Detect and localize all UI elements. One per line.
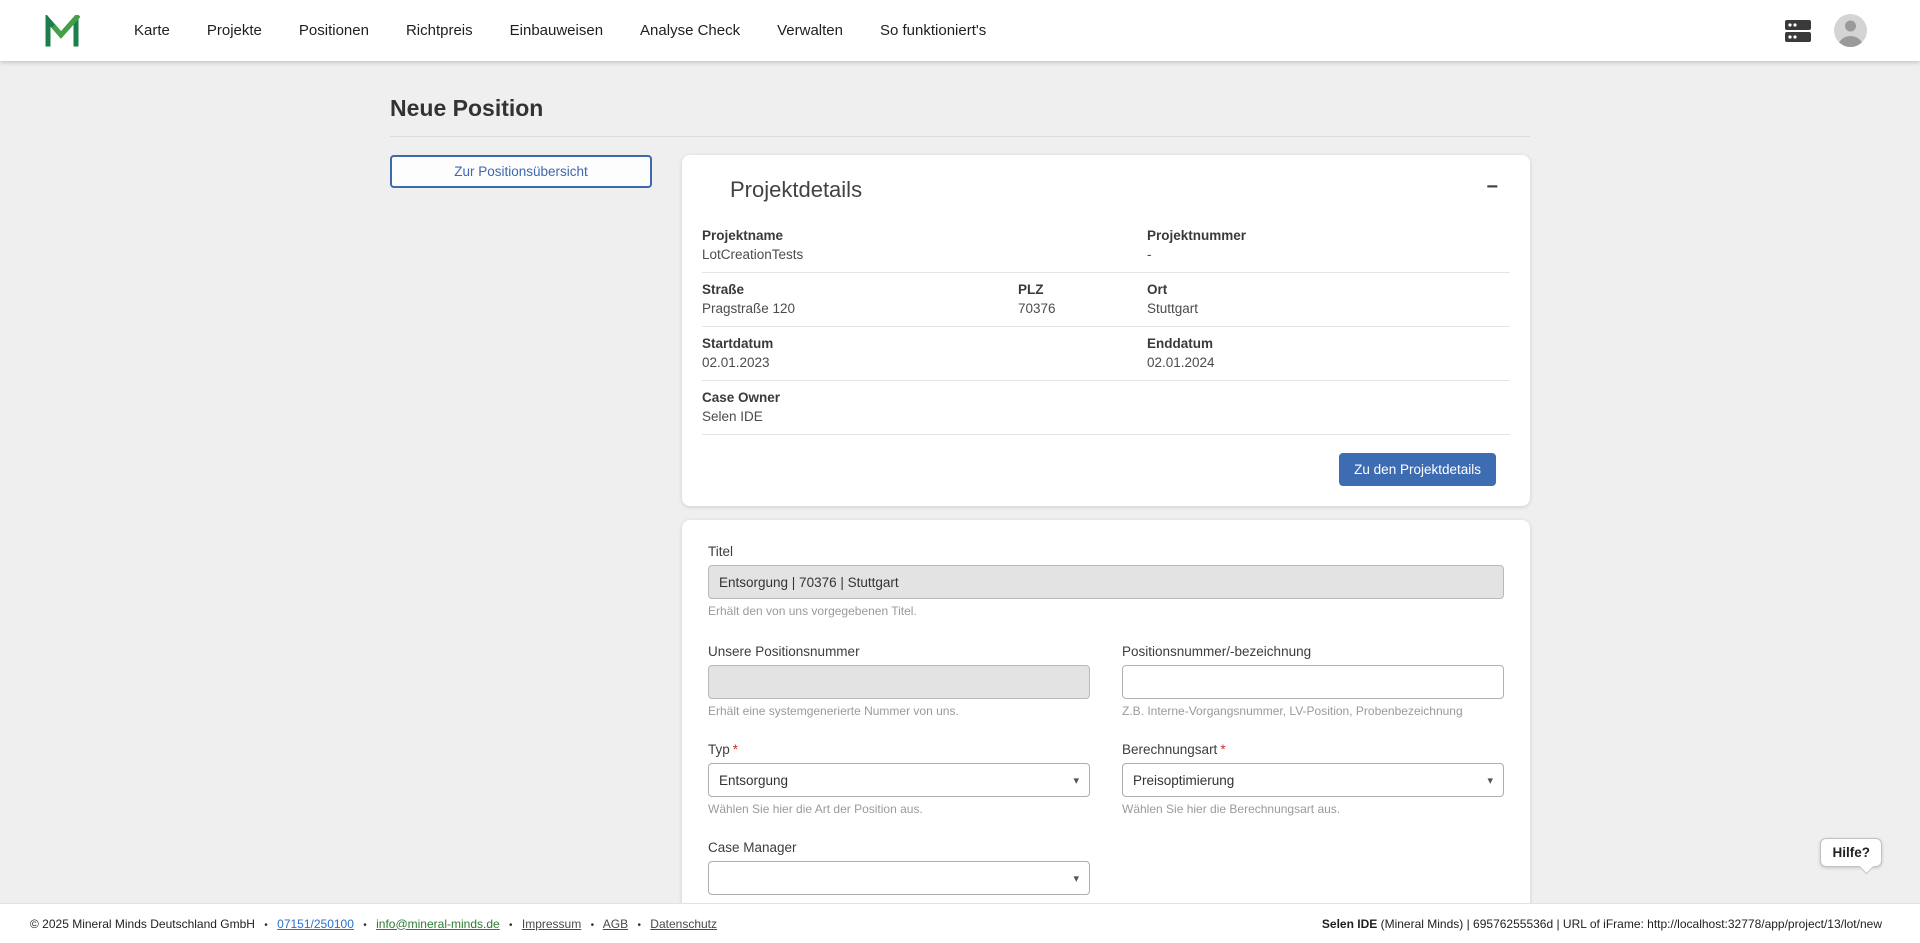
table-row: Straße Pragstraße 120 PLZ 70376 Ort Stut… [702, 273, 1510, 327]
nav-einbauweisen[interactable]: Einbauweisen [510, 22, 603, 39]
separator-dot: • [264, 920, 268, 931]
positionsnummer-field: Positionsnummer/-bezeichnung Z.B. Intern… [1122, 644, 1504, 718]
project-details-table: Projektname LotCreationTests Projektnumm… [702, 219, 1510, 435]
help-button-label: Hilfe? [1832, 845, 1870, 860]
position-form-card: Titel Erhält den von uns vorgegebenen Ti… [682, 520, 1530, 903]
separator-dot: • [509, 920, 513, 931]
page-title: Neue Position [390, 95, 1530, 137]
footer-session-info: Selen IDE (Mineral Minds) | 69576255536d… [1322, 917, 1882, 931]
unsere-positionsnummer-label: Unsere Positionsnummer [708, 644, 1090, 659]
table-row: Startdatum 02.01.2023 Enddatum 02.01.202… [702, 327, 1510, 381]
footer: © 2025 Mineral Minds Deutschland GmbH • … [0, 903, 1920, 943]
strasse-label: Straße [702, 282, 1018, 297]
typ-label: Typ [708, 742, 730, 757]
titel-label: Titel [708, 544, 1504, 559]
project-details-title: Projektdetails [730, 177, 862, 203]
berechnungsart-select-value: Preisoptimierung [1133, 773, 1234, 788]
nav-richtpreis[interactable]: Richtpreis [406, 22, 473, 39]
nav-analyse-check[interactable]: Analyse Check [640, 22, 740, 39]
to-project-details-button[interactable]: Zu den Projektdetails [1339, 453, 1496, 486]
table-row: Projektname LotCreationTests Projektnumm… [702, 219, 1510, 273]
main-content: Neue Position Zur Positionsübersicht Pro… [0, 61, 1920, 903]
table-row: Case Owner Selen IDE [702, 381, 1510, 435]
nav-verwalten[interactable]: Verwalten [777, 22, 843, 39]
nav-projekte[interactable]: Projekte [207, 22, 262, 39]
positionsnummer-label: Positionsnummer/-bezeichnung [1122, 644, 1504, 659]
main-nav: Karte Projekte Positionen Richtpreis Ein… [134, 22, 986, 39]
titel-help: Erhält den von uns vorgegebenen Titel. [708, 604, 1504, 618]
nav-positionen[interactable]: Positionen [299, 22, 369, 39]
ort-label: Ort [1147, 282, 1510, 297]
berechnungsart-field: Berechnungsart* Preisoptimierung ▾ Wähle… [1122, 742, 1504, 816]
case-manager-label: Case Manager [708, 840, 1090, 855]
right-column: Projektdetails − Projektname LotCreation… [682, 155, 1530, 903]
unsere-positionsnummer-field: Unsere Positionsnummer Erhält eine syste… [708, 644, 1090, 718]
plz-value: 70376 [1018, 301, 1147, 316]
impressum-link[interactable]: Impressum [522, 917, 581, 931]
typ-select-value: Entsorgung [719, 773, 788, 788]
server-stack-icon[interactable] [1784, 18, 1812, 44]
plz-label: PLZ [1018, 282, 1147, 297]
project-details-card: Projektdetails − Projektname LotCreation… [682, 155, 1530, 506]
projektname-value: LotCreationTests [702, 247, 1018, 262]
footer-left: © 2025 Mineral Minds Deutschland GmbH • … [30, 917, 717, 931]
required-marker: * [733, 742, 738, 757]
enddatum-label: Enddatum [1147, 336, 1510, 351]
user-avatar-icon [1834, 14, 1867, 47]
email-link[interactable]: info@mineral-minds.de [376, 917, 500, 931]
berechnungsart-help: Wählen Sie hier die Berechnungsart aus. [1122, 802, 1504, 816]
session-details: (Mineral Minds) | 69576255536d | URL of … [1377, 917, 1882, 931]
datenschutz-link[interactable]: Datenschutz [650, 917, 717, 931]
projektnummer-value: - [1147, 247, 1510, 262]
typ-help: Wählen Sie hier die Art der Position aus… [708, 802, 1090, 816]
agb-link[interactable]: AGB [603, 917, 628, 931]
header-actions [1784, 14, 1867, 47]
berechnungsart-label: Berechnungsart [1122, 742, 1217, 757]
projektnummer-label: Projektnummer [1147, 228, 1510, 243]
case-manager-select[interactable]: ▾ [708, 861, 1090, 895]
projektname-label: Projektname [702, 228, 1018, 243]
help-button[interactable]: Hilfe? [1820, 838, 1882, 867]
user-avatar[interactable] [1834, 14, 1867, 47]
back-to-positions-button[interactable]: Zur Positionsübersicht [390, 155, 652, 188]
titel-field: Titel Erhält den von uns vorgegebenen Ti… [708, 544, 1504, 618]
strasse-value: Pragstraße 120 [702, 301, 1018, 316]
case-owner-label: Case Owner [702, 390, 1018, 405]
app-logo[interactable] [44, 13, 84, 49]
nav-karte[interactable]: Karte [134, 22, 170, 39]
separator-dot: • [637, 920, 641, 931]
positionsnummer-help: Z.B. Interne-Vorgangsnummer, LV-Position… [1122, 704, 1504, 718]
top-nav: Karte Projekte Positionen Richtpreis Ein… [0, 0, 1920, 61]
phone-link[interactable]: 07151/250100 [277, 917, 354, 931]
session-user: Selen IDE [1322, 917, 1377, 931]
separator-dot: • [363, 920, 367, 931]
startdatum-label: Startdatum [702, 336, 1018, 351]
startdatum-value: 02.01.2023 [702, 355, 1018, 370]
separator-dot: • [591, 920, 595, 931]
case-manager-field: Case Manager ▾ [708, 840, 1090, 895]
ort-value: Stuttgart [1147, 301, 1510, 316]
mineral-minds-logo-icon [44, 15, 80, 47]
typ-select[interactable]: Entsorgung ▾ [708, 763, 1090, 797]
collapse-icon[interactable]: − [1486, 177, 1498, 197]
chevron-down-icon: ▾ [1073, 774, 1079, 787]
chevron-down-icon: ▾ [1073, 872, 1079, 885]
case-owner-value: Selen IDE [702, 409, 1018, 424]
unsere-positionsnummer-help: Erhält eine systemgenerierte Nummer von … [708, 704, 1090, 718]
left-column: Zur Positionsübersicht [390, 155, 652, 903]
nav-so-funktionierts[interactable]: So funktioniert's [880, 22, 986, 39]
unsere-positionsnummer-input [708, 665, 1090, 699]
chevron-down-icon: ▾ [1487, 774, 1493, 787]
positionsnummer-input[interactable] [1122, 665, 1504, 699]
titel-input [708, 565, 1504, 599]
enddatum-value: 02.01.2024 [1147, 355, 1510, 370]
berechnungsart-select[interactable]: Preisoptimierung ▾ [1122, 763, 1504, 797]
typ-field: Typ* Entsorgung ▾ Wählen Sie hier die Ar… [708, 742, 1090, 816]
copyright-text: © 2025 Mineral Minds Deutschland GmbH [30, 917, 255, 931]
required-marker: * [1220, 742, 1225, 757]
